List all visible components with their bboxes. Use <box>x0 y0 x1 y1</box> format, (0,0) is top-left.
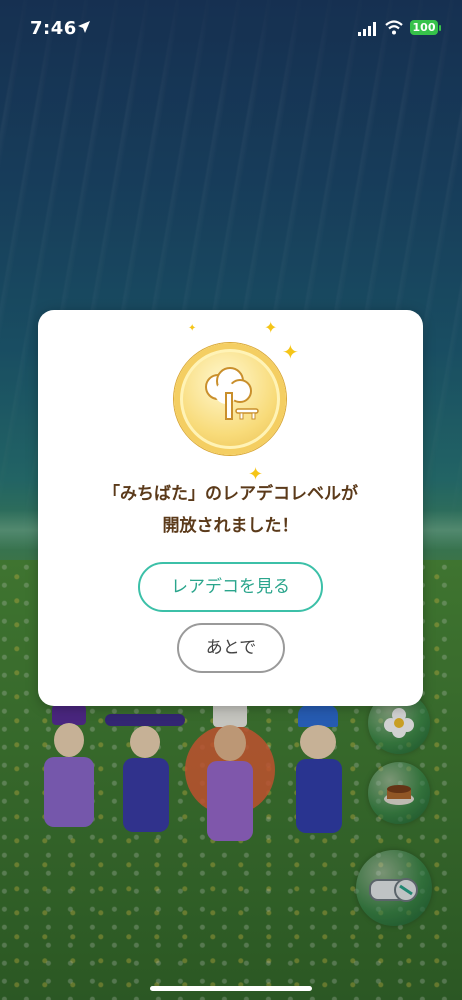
character-sunglasses <box>290 705 350 835</box>
location-arrow-icon <box>78 21 90 33</box>
battery-indicator: 100 <box>410 20 438 35</box>
rare-deco-medal <box>174 343 286 455</box>
unlock-dialog: ✦ ✦ ✦ ✦ 「みちばた」のレアデコレベルが 開放されました！ レアデコを見る… <box>38 310 423 706</box>
cake-icon <box>384 785 414 805</box>
status-time: 7:46 <box>30 18 77 39</box>
home-indicator[interactable] <box>150 986 312 991</box>
sparkle-icon: ✦ <box>188 323 197 334</box>
view-rare-deco-button[interactable]: レアデコを見る <box>138 562 323 612</box>
unlock-message: 「みちばた」のレアデコレベルが 開放されました！ <box>38 478 423 542</box>
battery-cap <box>439 25 441 31</box>
tree-decoration-icon <box>205 367 259 420</box>
character-left <box>40 705 100 827</box>
cake-bubble-button[interactable] <box>368 762 430 824</box>
sparkle-icon: ✦ <box>282 340 299 364</box>
character-center <box>185 695 275 845</box>
unlock-message-line2: 開放されました！ <box>162 516 299 536</box>
later-button[interactable]: あとで <box>177 623 285 673</box>
whistle-bubble-button[interactable] <box>356 850 432 926</box>
flower-icon <box>384 708 414 738</box>
character-sombrero <box>105 710 185 832</box>
wifi-icon <box>385 20 403 35</box>
cellular-signal-icon <box>358 22 376 36</box>
status-bar: 7:46 100 <box>0 0 462 58</box>
whistle-icon <box>369 878 418 902</box>
unlock-message-line1: 「みちばた」のレアデコレベルが <box>103 484 358 504</box>
sparkle-icon: ✦ <box>264 318 278 337</box>
